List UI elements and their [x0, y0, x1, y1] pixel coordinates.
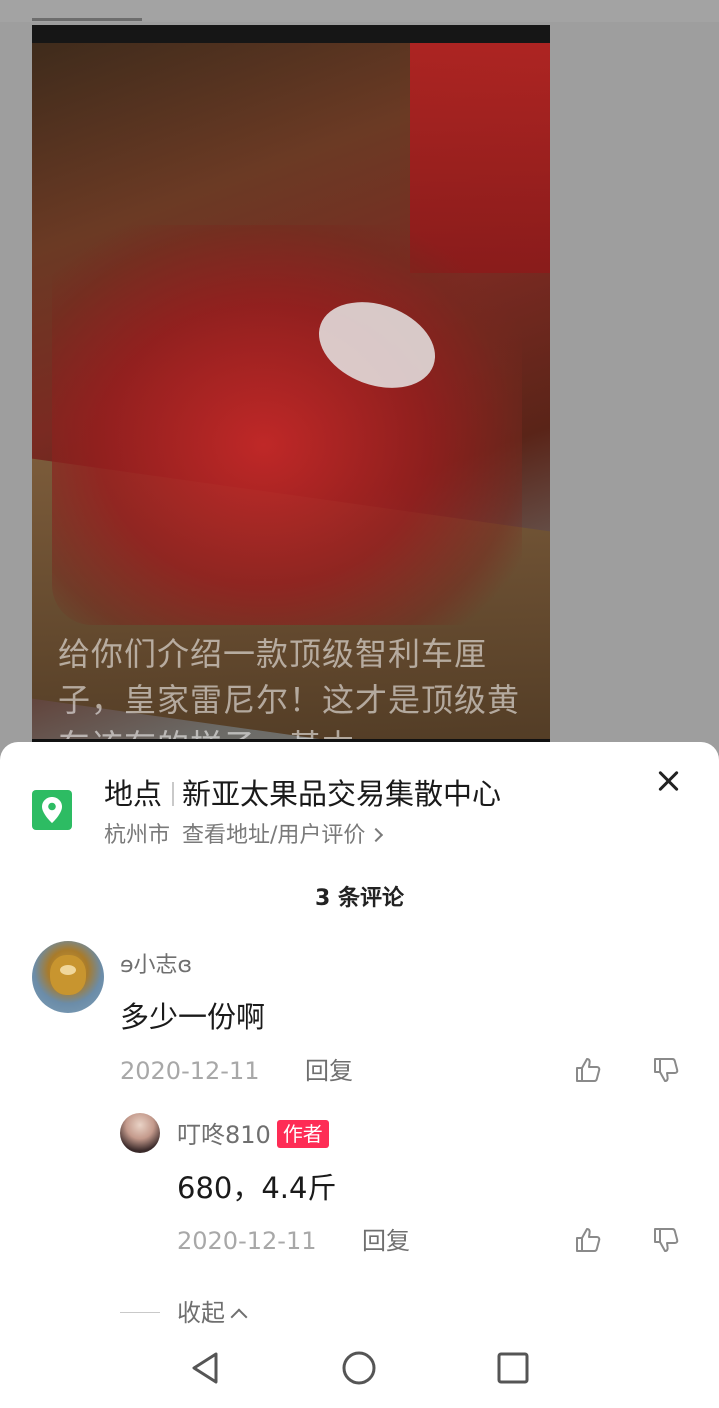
chevron-right-icon	[369, 827, 384, 843]
top-tab-bar	[0, 0, 719, 22]
avatar-bear-face	[60, 965, 76, 975]
video-caption: 给你们介绍一款顶级智利车厘子，皇家雷尼尔！这才是顶级黄车该有的样子，基本	[58, 635, 521, 745]
video-page-background: 给你们介绍一款顶级智利车厘子，皇家雷尼尔！这才是顶级黄车该有的样子，基本	[0, 0, 719, 760]
author-badge: 作者	[276, 1120, 329, 1148]
map-pin-icon[interactable]	[32, 790, 72, 830]
video-top-bar	[32, 25, 550, 43]
home-circle-icon[interactable]	[341, 1350, 377, 1386]
collapse-divider	[120, 1312, 160, 1313]
collapse-button[interactable]: 收起	[177, 1295, 248, 1331]
comment-username[interactable]: ɘ小志ɞ	[120, 950, 192, 982]
thumbs-down-icon[interactable]	[652, 1226, 680, 1254]
recents-square-icon[interactable]	[495, 1350, 531, 1386]
cherries-in-bag	[52, 225, 522, 625]
location-label: 地点	[104, 777, 163, 811]
location-title[interactable]: 地点 新亚太果品交易集散中心	[104, 772, 501, 816]
location-name: 新亚太果品交易集散中心	[182, 777, 502, 811]
reply-text[interactable]: 680，4.4斤	[177, 1167, 336, 1209]
active-tab-indicator	[32, 18, 142, 21]
system-nav-bar	[0, 1330, 719, 1408]
location-subtitle[interactable]: 杭州市 查看地址/用户评价	[104, 818, 384, 854]
close-icon[interactable]	[652, 765, 684, 797]
location-link[interactable]: 查看地址/用户评价	[182, 823, 365, 848]
thumbs-up-icon[interactable]	[574, 1226, 602, 1254]
reply-date: 2020-12-11	[177, 1227, 317, 1255]
reply-username-row[interactable]: 叮咚810 作者	[177, 1118, 329, 1152]
comment-text[interactable]: 多少一份啊	[120, 996, 265, 1038]
thumbs-down-icon[interactable]	[652, 1056, 680, 1084]
reply-reply-button[interactable]: 回复	[362, 1223, 410, 1259]
comment-date: 2020-12-11	[120, 1057, 260, 1085]
location-city: 杭州市	[104, 823, 171, 848]
reply-avatar[interactable]	[120, 1113, 160, 1153]
avatar-bear	[50, 955, 86, 995]
location-separator	[172, 782, 175, 806]
reply-button[interactable]: 回复	[305, 1053, 353, 1089]
reply-username: 叮咚810	[177, 1121, 271, 1149]
thumbs-up-icon[interactable]	[574, 1056, 602, 1084]
map-pin-glyph	[42, 797, 62, 823]
chevron-up-icon	[230, 1308, 248, 1326]
avatar[interactable]	[32, 941, 104, 1013]
video-frame[interactable]: 给你们介绍一款顶级智利车厘子，皇家雷尼尔！这才是顶级黄车该有的样子，基本	[32, 25, 550, 745]
collapse-label: 收起	[177, 1299, 225, 1327]
back-triangle-icon[interactable]	[188, 1350, 224, 1386]
comment-count: 3 条评论	[315, 886, 404, 911]
